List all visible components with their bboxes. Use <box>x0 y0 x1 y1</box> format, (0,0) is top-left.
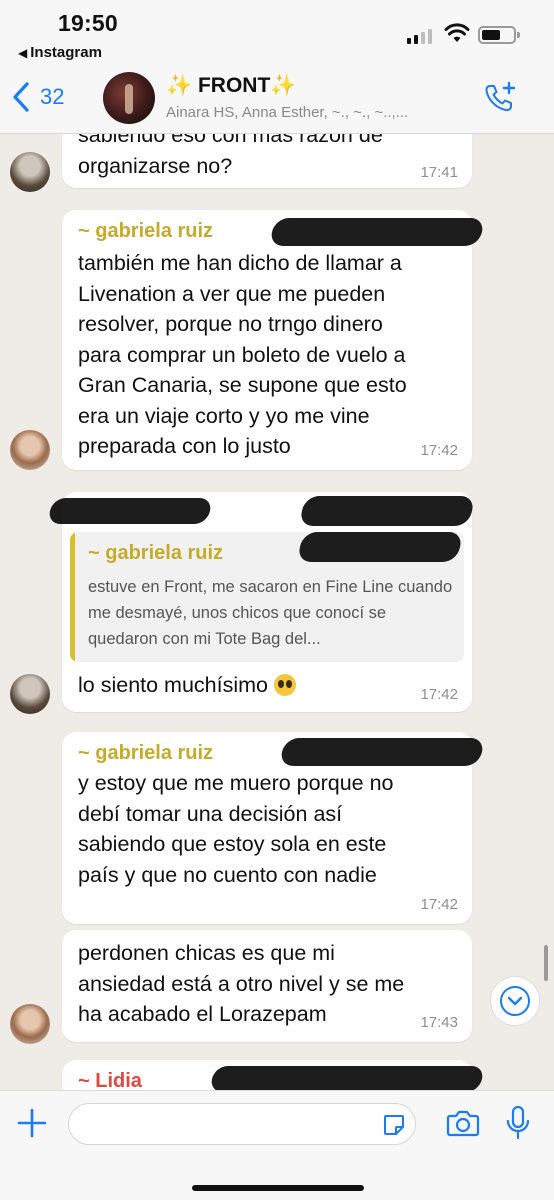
message-time: 17:42 <box>420 896 458 913</box>
message-text: lo siento muchísimo <box>78 670 296 701</box>
redaction-scribble <box>269 218 485 246</box>
quoted-text: estuve en Front, me sacaron en Fine Line… <box>88 578 453 648</box>
unread-count: 32 <box>40 84 65 109</box>
message-list[interactable]: sabiendo eso con mas razon de organizars… <box>0 134 554 1090</box>
message-sender[interactable]: ~ gabriela ruiz <box>78 742 213 765</box>
group-avatar[interactable] <box>103 72 155 124</box>
status-bar: 19:50 ◀ Instagram <box>0 0 554 62</box>
message-bubble[interactable]: ~ gabriela ruiz estuve en Front, me saca… <box>47 492 476 712</box>
redaction-scribble <box>279 738 485 766</box>
composer-bar <box>0 1090 554 1200</box>
message-bubble[interactable]: ~ gabriela ruiz también me han dicho de … <box>62 210 485 470</box>
message-text-content: lo siento muchísimo <box>78 673 268 697</box>
message-time: 17:42 <box>420 686 458 703</box>
message-bubble[interactable]: ~ gabriela ruiz y estoy que me muero por… <box>62 732 485 924</box>
back-button[interactable]: 32 <box>10 80 64 114</box>
redaction-scribble <box>296 532 464 562</box>
group-title[interactable]: ✨ FRONT✨ <box>166 74 296 98</box>
scroll-to-bottom-button[interactable] <box>490 976 540 1026</box>
group-members[interactable]: Ainara HS, Anna Esther, ~., ~., ~..,... <box>166 104 466 121</box>
quoted-sender: ~ gabriela ruiz <box>88 542 224 564</box>
message-text: también me han dicho de llamar a Livenat… <box>78 251 407 458</box>
message-input[interactable] <box>68 1103 416 1145</box>
status-time: 19:50 <box>58 10 118 36</box>
redaction-scribble <box>298 496 476 526</box>
sender-avatar[interactable] <box>10 152 50 192</box>
chat-header: 32 ✨ FRONT✨ Ainara HS, Anna Esther, ~., … <box>0 62 554 134</box>
cellular-signal-icon <box>407 28 432 44</box>
quoted-message[interactable]: ~ gabriela ruiz estuve en Front, me saca… <box>70 532 464 662</box>
message-text: sabiendo eso con mas razon de organizars… <box>78 134 383 178</box>
plus-icon[interactable] <box>14 1105 50 1141</box>
back-to-app-link[interactable]: ◀ Instagram <box>18 44 102 61</box>
chevron-left-icon <box>13 82 29 112</box>
wifi-icon <box>444 23 470 42</box>
scrollbar[interactable] <box>544 945 548 981</box>
message-bubble[interactable]: sabiendo eso con mas razon de organizars… <box>62 134 472 188</box>
redaction-scribble <box>47 498 213 524</box>
redaction-scribble <box>209 1066 485 1090</box>
call-add-icon[interactable] <box>482 80 518 116</box>
home-indicator[interactable] <box>192 1185 364 1191</box>
quote-accent-bar <box>70 532 75 662</box>
message-bubble[interactable]: ~ Lidia <box>62 1060 485 1090</box>
back-arrow-icon: ◀ <box>18 46 28 60</box>
mic-icon[interactable] <box>505 1105 531 1141</box>
pleading-face-icon <box>273 674 296 696</box>
message-time: 17:41 <box>420 164 458 181</box>
message-text: y estoy que me muero porque no debí toma… <box>78 771 394 887</box>
message-text: perdonen chicas es que mi ansiedad está … <box>78 941 405 1026</box>
message-bubble[interactable]: perdonen chicas es que mi ansiedad está … <box>62 930 472 1042</box>
message-sender[interactable]: ~ Lidia <box>78 1070 142 1090</box>
battery-icon <box>478 26 520 44</box>
sender-avatar[interactable] <box>10 674 50 714</box>
message-time: 17:42 <box>420 442 458 459</box>
message-sender[interactable]: ~ gabriela ruiz <box>78 220 213 243</box>
message-time: 17:43 <box>420 1014 458 1031</box>
sender-avatar[interactable] <box>10 430 50 470</box>
back-app-label: Instagram <box>30 44 102 61</box>
sender-avatar[interactable] <box>10 1004 50 1044</box>
chevron-down-icon <box>500 986 530 1016</box>
camera-icon[interactable] <box>446 1107 480 1139</box>
sticker-icon[interactable] <box>382 1113 406 1137</box>
